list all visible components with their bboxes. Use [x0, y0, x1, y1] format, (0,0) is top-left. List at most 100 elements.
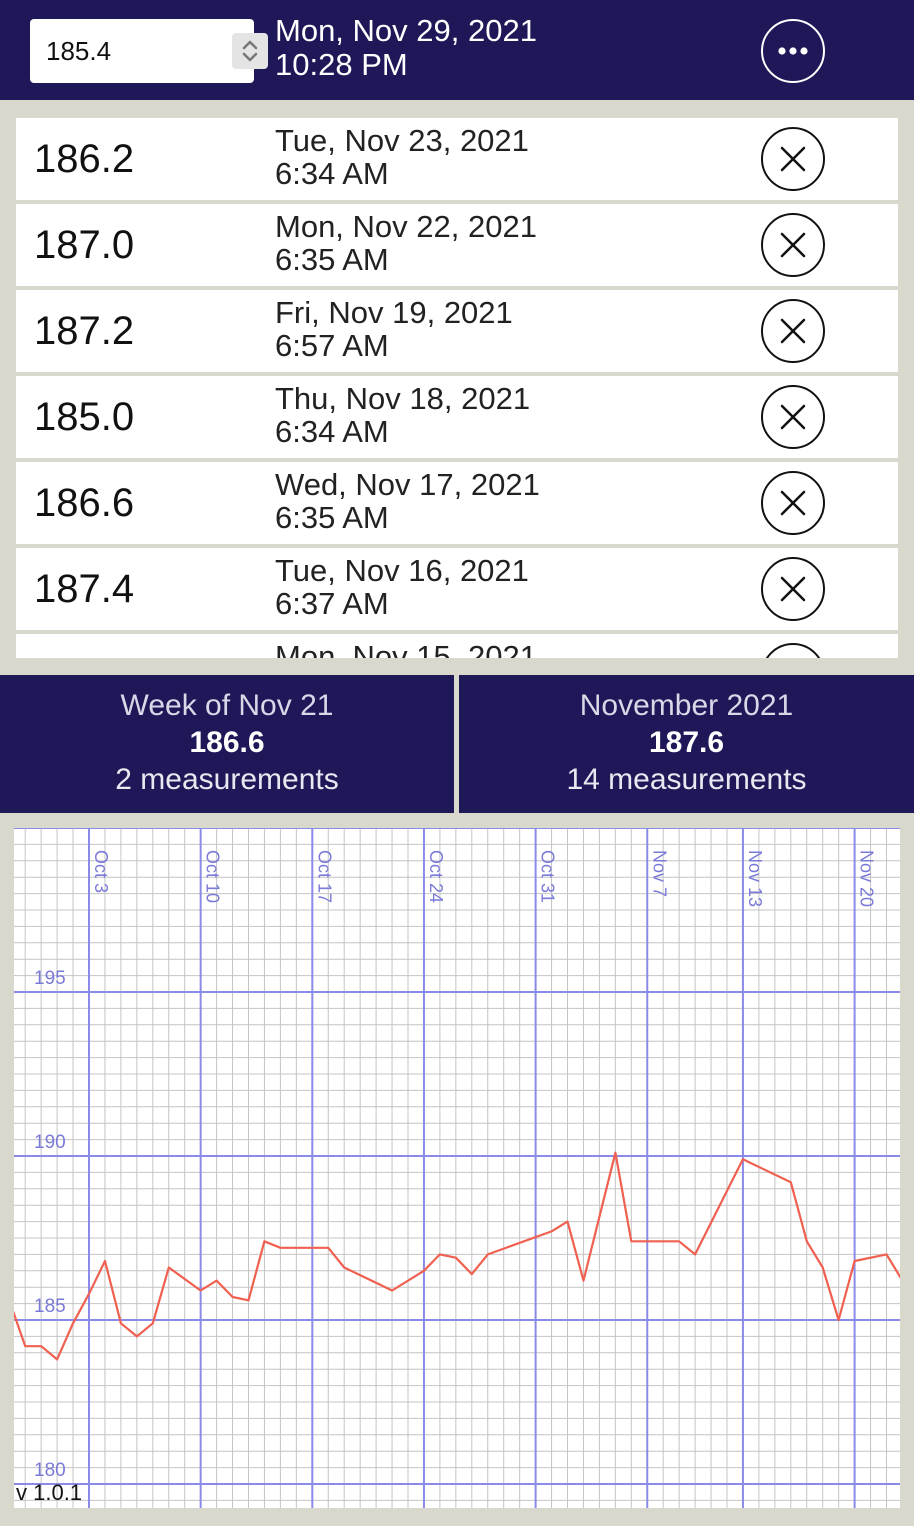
data-point — [120, 1322, 122, 1325]
data-point — [72, 1322, 74, 1325]
delete-entry-button[interactable] — [761, 643, 825, 658]
data-point — [582, 1279, 585, 1282]
data-point — [694, 1253, 696, 1256]
data-point — [790, 1181, 792, 1184]
entry-value: 187.0 — [34, 223, 135, 267]
list-item: 186.6 Wed, Nov 17, 2021 6:35 AM — [16, 462, 898, 544]
data-point — [678, 1240, 680, 1243]
data-point — [104, 1260, 106, 1262]
data-point — [439, 1253, 441, 1256]
data-point — [837, 1319, 840, 1321]
list-item: 187.4 Tue, Nov 16, 2021 6:37 AM — [16, 548, 898, 630]
y-tick-label: 190 — [34, 1132, 66, 1153]
data-point — [614, 1151, 617, 1154]
entry-time: 6:35 AM — [275, 500, 389, 535]
entry-date: Tue, Nov 23, 2021 — [275, 123, 529, 158]
close-icon — [780, 146, 806, 172]
list-item: 185.0 Thu, Nov 18, 2021 6:34 AM — [16, 376, 898, 458]
entry-value: 186.2 — [34, 137, 135, 181]
entry-datetime: Fri, Nov 19, 2021 6:57 AM — [275, 296, 513, 362]
entry-value: 187.4 — [34, 567, 135, 611]
data-point — [152, 1322, 154, 1325]
entry-datetime: Tue, Nov 23, 2021 6:34 AM — [275, 124, 529, 190]
close-icon — [780, 404, 806, 430]
list-item: 186.2 Tue, Nov 23, 2021 6:34 AM — [16, 118, 898, 200]
data-point — [391, 1289, 393, 1292]
data-point — [40, 1345, 42, 1348]
entry-datetime: Wed, Nov 17, 2021 6:35 AM — [275, 468, 540, 534]
entry-time: 6:57 AM — [275, 328, 389, 363]
x-tick-label: Oct 31 — [538, 850, 558, 903]
close-icon — [780, 232, 806, 258]
data-point — [566, 1220, 569, 1223]
list-item: 187.2 Fri, Nov 19, 2021 6:57 AM — [16, 290, 898, 372]
data-point — [550, 1230, 553, 1233]
x-tick-label: Nov 20 — [857, 850, 877, 907]
ellipsis-icon — [778, 47, 808, 55]
month-summary-panel: November 2021 187.6 14 measurements — [459, 675, 914, 813]
entry-date: Mon, Nov 15, 2021 — [275, 639, 537, 658]
entry-date: Thu, Nov 18, 2021 — [275, 381, 531, 416]
close-icon — [780, 576, 806, 602]
x-tick-label: Nov 7 — [649, 850, 669, 897]
top-bar: Mon, Nov 29, 2021 10:28 PM — [0, 0, 914, 100]
data-point — [742, 1158, 744, 1161]
delete-entry-button[interactable] — [761, 299, 825, 363]
measurement-list[interactable]: 186.2 Tue, Nov 23, 2021 6:34 AM 187.0 Mo… — [16, 118, 898, 658]
y-tick-label: 185 — [34, 1296, 66, 1317]
delete-entry-button[interactable] — [761, 385, 825, 449]
close-icon — [763, 645, 823, 658]
data-point — [471, 1273, 473, 1275]
weight-chart[interactable]: Oct 3 Oct 10 Oct 17 Oct 24 Oct 31 Nov 7 Nov 13… — [14, 828, 900, 1508]
data-point — [263, 1240, 266, 1243]
y-tick-label: 195 — [34, 968, 66, 989]
entry-date: Tue, Nov 16, 2021 — [275, 553, 529, 588]
data-point — [136, 1335, 138, 1338]
entry-value: 186.6 — [34, 481, 135, 525]
x-tick-label: Oct 10 — [203, 850, 223, 903]
delete-entry-button[interactable] — [761, 557, 825, 621]
data-point — [56, 1358, 58, 1361]
version-label: v 1.0.1 — [16, 1480, 83, 1505]
entry-date: Wed, Nov 17, 2021 — [275, 467, 540, 502]
close-icon — [780, 490, 806, 516]
data-point — [455, 1256, 457, 1259]
entry-time: 6:35 AM — [275, 242, 389, 277]
current-datetime[interactable]: Mon, Nov 29, 2021 10:28 PM — [275, 14, 537, 82]
weight-input[interactable] — [46, 33, 206, 69]
delete-entry-button[interactable] — [761, 471, 825, 535]
weight-input-box[interactable] — [30, 19, 268, 83]
entry-time: 6:37 AM — [275, 586, 389, 621]
x-tick-label: Oct 17 — [314, 850, 334, 903]
entry-datetime: Mon, Nov 15, 2021 — [275, 640, 537, 658]
data-point — [885, 1253, 888, 1256]
delete-entry-button[interactable] — [761, 127, 825, 191]
list-item: 187.0 Mon, Nov 22, 2021 6:35 AM — [16, 204, 898, 286]
more-options-button[interactable] — [761, 19, 825, 83]
entry-value: 185.0 — [34, 395, 135, 439]
week-summary-average: 186.6 — [189, 726, 265, 759]
month-summary-title: November 2021 — [579, 689, 794, 722]
x-tick-label: Nov 13 — [745, 850, 765, 907]
month-summary-count: 14 measurements — [566, 763, 807, 796]
data-point — [247, 1299, 250, 1302]
delete-entry-button[interactable] — [761, 213, 825, 277]
x-tick-label: Oct 24 — [426, 850, 446, 903]
weight-line — [14, 1151, 900, 1361]
week-summary-panel: Week of Nov 21 186.6 2 measurements — [0, 675, 454, 813]
updown-chevron-icon[interactable] — [232, 33, 268, 69]
y-tick-label: 180 — [34, 1460, 66, 1481]
weight-chart-svg: Oct 3 Oct 10 Oct 17 Oct 24 Oct 31 Nov 7 Nov 13… — [14, 828, 900, 1508]
data-point — [805, 1240, 808, 1243]
data-point — [231, 1296, 234, 1298]
data-point — [199, 1289, 202, 1292]
month-summary-average: 187.6 — [648, 726, 725, 759]
data-point — [853, 1260, 856, 1262]
data-point — [279, 1247, 282, 1249]
data-point — [630, 1240, 633, 1243]
entry-date: Fri, Nov 19, 2021 — [275, 295, 513, 330]
entry-datetime: Thu, Nov 18, 2021 6:34 AM — [275, 382, 530, 448]
data-point — [423, 1270, 425, 1272]
entry-date: Mon, Nov 22, 2021 — [275, 209, 537, 244]
data-point — [167, 1266, 170, 1269]
